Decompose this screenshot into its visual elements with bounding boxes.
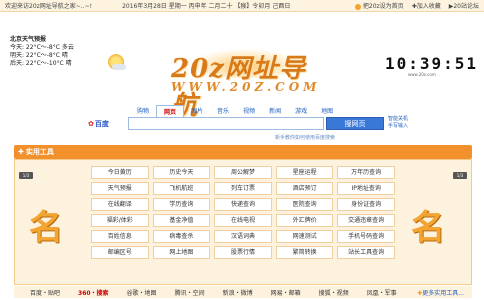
- weather-widget[interactable]: 北京天气预报 今天: 22°C～-8°C 多云 明天: 22°C～-8°C 晴 …: [10, 36, 74, 68]
- tool-link[interactable]: 今日黄历: [91, 166, 149, 179]
- tab-images[interactable]: 图片: [184, 105, 210, 117]
- tool-link[interactable]: 繁简转换: [275, 246, 334, 259]
- shutdown-link[interactable]: 智能关机: [388, 116, 408, 123]
- tool-link[interactable]: 学历查询: [152, 198, 211, 211]
- cloud-icon: [112, 64, 126, 70]
- tool-link[interactable]: 网速测试: [275, 230, 334, 243]
- tab-maps[interactable]: 地图: [314, 105, 340, 117]
- top-links: 把20z设为首页 ✚加入收藏 ▶20站论坛: [354, 1, 479, 10]
- tools-grid: 今日黄历 历史今天 周公解梦 星座运程 万年历查询 天气预报 飞机航班 列车订票…: [91, 166, 395, 259]
- site-logo[interactable]: 20z网址导航 WWW.20Z.COM: [145, 46, 325, 121]
- search-input[interactable]: [128, 117, 324, 130]
- tool-link[interactable]: 病毒查杀: [152, 230, 211, 243]
- tool-link[interactable]: 飞机航班: [152, 182, 211, 195]
- tool-link[interactable]: 医院查询: [275, 198, 334, 211]
- section-header: ✚ 实用工具: [14, 145, 472, 159]
- tool-link[interactable]: 汉语词典: [214, 230, 272, 243]
- bottom-link-google[interactable]: 谷歌・地图: [127, 288, 157, 297]
- paw-icon: ✿: [88, 119, 94, 128]
- bottom-link-sina[interactable]: 新浪・微博: [223, 288, 253, 297]
- search-bar: ✿ 百度 搜网页: [88, 117, 384, 130]
- plus-icon: ✚: [18, 148, 24, 156]
- tab-shopping[interactable]: 购物: [130, 105, 156, 117]
- search-tip[interactable]: 新手教你如何使用百度搜索: [275, 134, 335, 141]
- bottom-link-sohu[interactable]: 搜狐・视频: [319, 288, 349, 297]
- tool-link[interactable]: 星座运程: [275, 166, 334, 179]
- weather-title: 北京天气预报: [10, 36, 47, 43]
- bottom-link-tencent[interactable]: 腾讯・空间: [175, 288, 205, 297]
- tool-link[interactable]: 在线电视: [214, 214, 272, 227]
- tool-link[interactable]: 手机号码查询: [337, 230, 395, 243]
- tool-link[interactable]: 站长工具查询: [337, 246, 395, 259]
- tool-link[interactable]: 万年历查询: [337, 166, 395, 179]
- left-banner[interactable]: 1/3 名: [19, 172, 85, 282]
- tab-web[interactable]: 网页: [156, 105, 185, 117]
- tool-link[interactable]: 酒店预订: [275, 182, 334, 195]
- tool-link[interactable]: 外汇牌价: [275, 214, 334, 227]
- tool-link[interactable]: 百姓信息: [91, 230, 149, 243]
- forum-link[interactable]: ▶20站论坛: [449, 1, 479, 10]
- tab-music[interactable]: 音乐: [210, 105, 236, 117]
- set-home-link[interactable]: 把20z设为首页: [354, 1, 404, 10]
- tool-link[interactable]: 基金净值: [152, 214, 211, 227]
- welcome-text: 欢迎来访20z网址导航之家~..~!: [5, 3, 93, 10]
- tab-games[interactable]: 游戏: [288, 105, 314, 117]
- handwriting-link[interactable]: 手写输入: [388, 123, 408, 130]
- baidu-logo[interactable]: ✿ 百度: [88, 118, 128, 130]
- top-bar: 欢迎来访20z网址导航之家~..~! 2016年3月28日 星期一 丙申年 二月…: [0, 0, 484, 12]
- search-tabs: 购物 网页 图片 音乐 视频 新闻 游戏 地图: [130, 105, 340, 117]
- name-glyph-icon: 名: [411, 208, 445, 248]
- header: 北京天气预报 今天: 22°C～-8°C 多云 明天: 22°C～-8°C 晴 …: [0, 12, 484, 121]
- tool-link[interactable]: 股票行情: [214, 246, 272, 259]
- weather-after: 后天: 22°C～-10°C 晴: [10, 60, 72, 67]
- more-tools-link[interactable]: ✚更多实用工具...: [417, 288, 464, 297]
- weather-today: 今天: 22°C～-8°C 多云: [10, 44, 74, 51]
- tool-link[interactable]: 在线翻译: [91, 198, 149, 211]
- tool-link[interactable]: 历史今天: [152, 166, 211, 179]
- add-favorite-link[interactable]: ✚加入收藏: [412, 1, 441, 10]
- tool-link[interactable]: 身份证查询: [337, 198, 395, 211]
- tool-link[interactable]: 快递查询: [214, 198, 272, 211]
- tool-link[interactable]: 周公解梦: [214, 166, 272, 179]
- clock: 10:39:51: [385, 54, 479, 73]
- weather-tomorrow: 明天: 22°C～-8°C 晴: [10, 52, 68, 59]
- tool-link[interactable]: 福彩/体彩: [91, 214, 149, 227]
- bottom-link-baidu[interactable]: 百度・贴吧: [30, 288, 60, 297]
- tool-link[interactable]: 网上地图: [152, 246, 211, 259]
- tool-link[interactable]: 邮编区号: [91, 246, 149, 259]
- date-text: 2016年3月28日 星期一 丙申年 二月二十 【猴】令卯月 己酉日: [122, 3, 291, 10]
- logo-url: WWW.20Z.COM: [171, 80, 321, 94]
- tool-link[interactable]: 交通违章查询: [337, 214, 395, 227]
- tab-news[interactable]: 新闻: [262, 105, 288, 117]
- section-title: 实用工具: [25, 148, 54, 156]
- tools-panel: 1/3 名 今日黄历 历史今天 周公解梦 星座运程 万年历查询 天气预报 飞机航…: [14, 159, 472, 285]
- tool-link[interactable]: 列车订票: [214, 182, 272, 195]
- tool-link[interactable]: IP地址查询: [337, 182, 395, 195]
- search-side-links: 智能关机 手写输入: [388, 116, 408, 130]
- name-glyph-icon: 名: [29, 208, 63, 248]
- home-icon: [354, 3, 361, 10]
- bottom-link-360[interactable]: 360・搜索: [78, 288, 109, 297]
- tab-video[interactable]: 视频: [236, 105, 262, 117]
- left-pager[interactable]: 1/3: [19, 172, 33, 179]
- bottom-nav: 百度・贴吧 360・搜索 谷歌・地图 腾讯・空间 新浪・微博 网易・邮箱 搜狐・…: [14, 286, 472, 298]
- search-button[interactable]: 搜网页: [326, 117, 384, 130]
- bottom-link-netease[interactable]: 网易・邮箱: [271, 288, 301, 297]
- right-banner[interactable]: 1/3 名: [401, 172, 467, 282]
- tool-link[interactable]: 天气预报: [91, 182, 149, 195]
- bottom-link-ifeng[interactable]: 凤凰・军事: [367, 288, 397, 297]
- clock-caption: www.20z.com: [408, 72, 436, 77]
- right-pager[interactable]: 1/3: [453, 172, 467, 179]
